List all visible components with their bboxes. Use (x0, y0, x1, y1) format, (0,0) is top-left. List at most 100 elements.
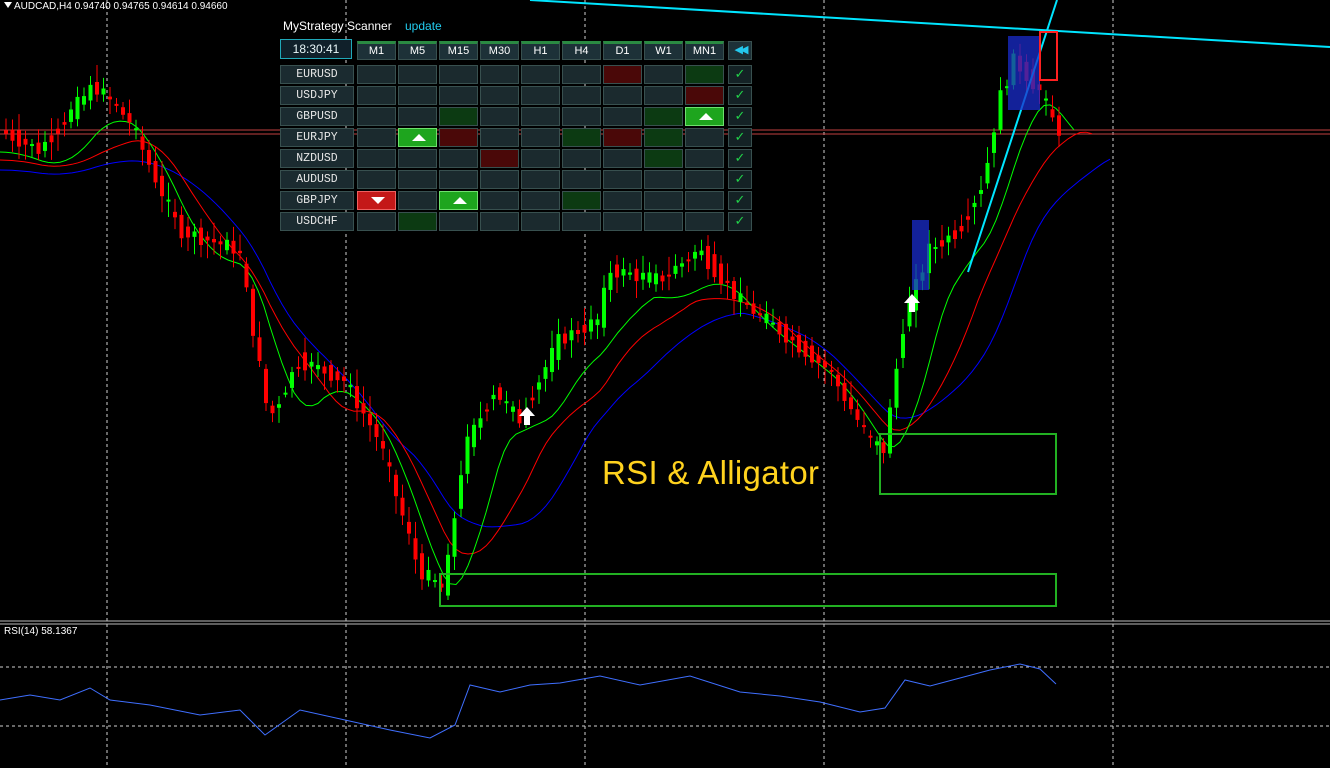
signal-cell[interactable] (603, 170, 642, 189)
signal-cell[interactable] (644, 65, 683, 84)
symbol-audusd[interactable]: AUDUSD (280, 170, 354, 189)
candle-body (231, 240, 236, 254)
signal-cell[interactable] (685, 191, 724, 210)
signal-cell[interactable] (357, 212, 396, 231)
signal-cell[interactable] (603, 149, 642, 168)
check-icon[interactable]: ✓ (728, 86, 752, 105)
timeframe-header-h4[interactable]: H4 (562, 41, 601, 60)
signal-cell[interactable] (562, 191, 601, 210)
signal-cell[interactable] (685, 107, 724, 126)
signal-cell[interactable] (439, 128, 478, 147)
signal-cell[interactable] (562, 86, 601, 105)
signal-cell[interactable] (521, 191, 560, 210)
signal-cell[interactable] (521, 86, 560, 105)
signal-cell[interactable] (562, 170, 601, 189)
signal-cell[interactable] (480, 212, 519, 231)
signal-cell[interactable] (644, 149, 683, 168)
signal-cell[interactable] (398, 191, 437, 210)
signal-cell[interactable] (603, 212, 642, 231)
timeframe-header-mn1[interactable]: MN1 (685, 41, 724, 60)
signal-cell[interactable] (685, 86, 724, 105)
signal-cell[interactable] (521, 65, 560, 84)
signal-cell[interactable] (398, 212, 437, 231)
signal-cell[interactable] (685, 128, 724, 147)
check-icon[interactable]: ✓ (728, 65, 752, 84)
signal-cell[interactable] (480, 149, 519, 168)
check-icon[interactable]: ✓ (728, 191, 752, 210)
signal-cell[interactable] (685, 65, 724, 84)
signal-cell[interactable] (480, 65, 519, 84)
symbol-nzdusd[interactable]: NZDUSD (280, 149, 354, 168)
timeframe-header-w1[interactable]: W1 (644, 41, 683, 60)
signal-cell[interactable] (562, 107, 601, 126)
signal-cell[interactable] (562, 149, 601, 168)
signal-cell[interactable] (398, 128, 437, 147)
signal-cell[interactable] (644, 107, 683, 126)
symbol-usdjpy[interactable]: USDJPY (280, 86, 354, 105)
signal-cell[interactable] (439, 149, 478, 168)
signal-cell[interactable] (439, 86, 478, 105)
timeframe-header-d1[interactable]: D1 (603, 41, 642, 60)
signal-cell[interactable] (480, 170, 519, 189)
signal-cell[interactable] (357, 128, 396, 147)
timeframe-header-m1[interactable]: M1 (357, 41, 396, 60)
symbol-gbpjpy[interactable]: GBPJPY (280, 191, 354, 210)
signal-cell[interactable] (644, 191, 683, 210)
signal-cell[interactable] (357, 149, 396, 168)
signal-cell[interactable] (644, 170, 683, 189)
signal-cell[interactable] (562, 212, 601, 231)
signal-cell[interactable] (439, 191, 478, 210)
check-icon[interactable]: ✓ (728, 128, 752, 147)
signal-cell[interactable] (398, 65, 437, 84)
signal-cell[interactable] (603, 128, 642, 147)
signal-cell[interactable] (480, 107, 519, 126)
timeframe-header-m30[interactable]: M30 (480, 41, 519, 60)
symbol-gbpusd[interactable]: GBPUSD (280, 107, 354, 126)
symbol-eurjpy[interactable]: EURJPY (280, 128, 354, 147)
signal-cell[interactable] (562, 128, 601, 147)
check-icon[interactable]: ✓ (728, 107, 752, 126)
signal-cell[interactable] (398, 149, 437, 168)
check-icon[interactable]: ✓ (728, 212, 752, 231)
signal-cell[interactable] (603, 86, 642, 105)
signal-cell[interactable] (398, 86, 437, 105)
signal-cell[interactable] (480, 191, 519, 210)
signal-cell[interactable] (398, 170, 437, 189)
signal-cell[interactable] (439, 65, 478, 84)
signal-cell[interactable] (521, 170, 560, 189)
signal-cell[interactable] (603, 65, 642, 84)
signal-cell[interactable] (357, 191, 396, 210)
signal-cell[interactable] (603, 191, 642, 210)
signal-cell[interactable] (439, 170, 478, 189)
symbol-usdchf[interactable]: USDCHF (280, 212, 354, 231)
symbol-eurusd[interactable]: EURUSD (280, 65, 354, 84)
signal-cell[interactable] (521, 149, 560, 168)
signal-cell[interactable] (480, 128, 519, 147)
signal-cell[interactable] (439, 107, 478, 126)
timeframe-header-h1[interactable]: H1 (521, 41, 560, 60)
signal-cell[interactable] (398, 107, 437, 126)
signal-cell[interactable] (521, 212, 560, 231)
signal-cell[interactable] (357, 170, 396, 189)
signal-cell[interactable] (357, 86, 396, 105)
signal-cell[interactable] (521, 107, 560, 126)
signal-cell[interactable] (685, 212, 724, 231)
update-button[interactable]: update (405, 19, 442, 33)
signal-cell[interactable] (357, 107, 396, 126)
check-icon[interactable]: ✓ (728, 170, 752, 189)
signal-cell[interactable] (644, 212, 683, 231)
signal-cell[interactable] (685, 149, 724, 168)
signal-cell[interactable] (644, 128, 683, 147)
check-icon[interactable]: ✓ (728, 149, 752, 168)
signal-cell[interactable] (562, 65, 601, 84)
signal-cell[interactable] (357, 65, 396, 84)
signal-cell[interactable] (644, 86, 683, 105)
signal-cell[interactable] (480, 86, 519, 105)
signal-cell[interactable] (685, 170, 724, 189)
signal-cell[interactable] (439, 212, 478, 231)
signal-cell[interactable] (521, 128, 560, 147)
rewind-icon[interactable]: ◀◀ (728, 41, 752, 60)
timeframe-header-m5[interactable]: M5 (398, 41, 437, 60)
timeframe-header-m15[interactable]: M15 (439, 41, 478, 60)
signal-cell[interactable] (603, 107, 642, 126)
